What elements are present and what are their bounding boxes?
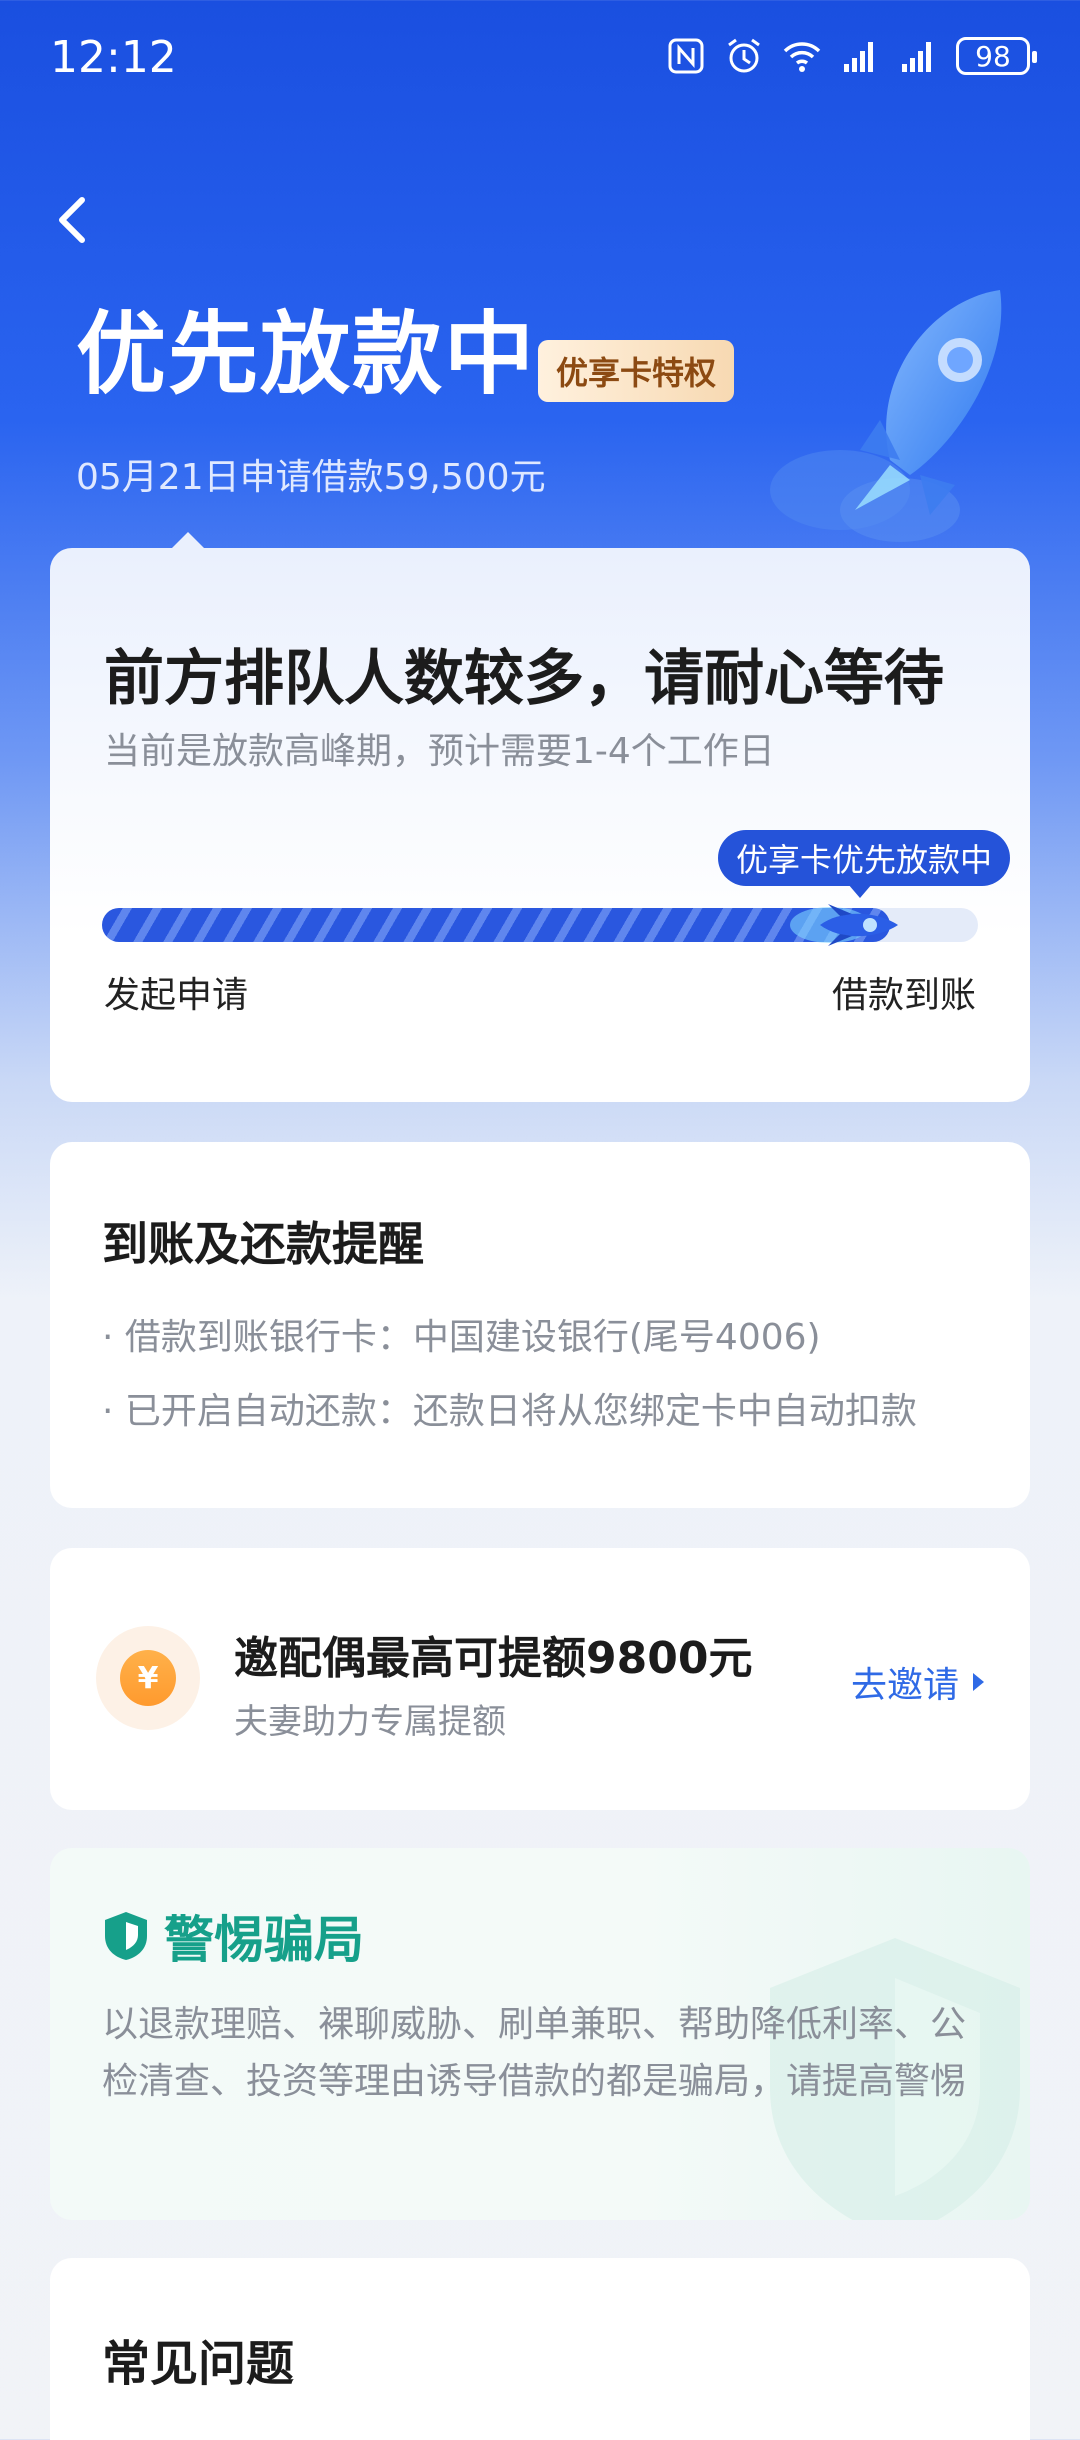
page-title: 优先放款中 — [76, 302, 536, 407]
status-icons: 98 — [666, 36, 1037, 76]
faq-card: 常见问题 — [50, 2258, 1030, 2440]
rocket-icon — [790, 904, 898, 946]
alarm-icon — [728, 38, 760, 73]
progress-end-label: 借款到账 — [831, 975, 976, 1016]
shield-icon — [105, 1912, 147, 1960]
queue-subtitle: 当前是放款高峰期，预计需要1-4个工作日 — [104, 731, 775, 772]
arrow-right-icon — [973, 1673, 984, 1691]
invite-subtitle: 夫妻助力专属提额 — [234, 1702, 506, 1742]
back-icon[interactable] — [44, 190, 104, 250]
wifi-icon — [783, 42, 821, 72]
signal-icon-2 — [902, 42, 931, 72]
reminder-item-auto-repay: · 已开启自动还款：还款日将从您绑定卡中自动扣款 — [102, 1391, 917, 1432]
warning-body: 以退款理赔、裸聊威胁、刷单兼职、帮助降低利率、公检清查、投资等理由诱导借款的都是… — [102, 2004, 967, 2102]
invite-button-label: 去邀请 — [850, 1665, 959, 1706]
nfc-icon — [668, 38, 704, 74]
warning-title: 警惕骗局 — [164, 1911, 364, 1969]
progress-bubble: 优享卡优先放款中 — [718, 830, 1011, 898]
fraud-warning-card: 警惕骗局 以退款理赔、裸聊威胁、刷单兼职、帮助降低利率、公检清查、投资等理由诱导… — [50, 1848, 1030, 2220]
privilege-badge: 优享卡特权 — [538, 340, 735, 402]
warning-header: 警惕骗局 — [102, 1900, 364, 1972]
signal-icon — [844, 42, 873, 72]
progress-track — [102, 904, 978, 946]
rocket-illustration — [770, 290, 1002, 542]
queue-title: 前方排队人数较多，请耐心等待 — [104, 644, 944, 714]
progress-fill — [102, 908, 890, 942]
faq-title: 常见问题 — [102, 2336, 295, 2392]
status-time: 12:12 — [50, 32, 177, 83]
reminder-title: 到账及还款提醒 — [102, 1217, 424, 1271]
invite-title: 邀配偶最高可提额9800元 — [234, 1633, 753, 1684]
repayment-reminder-card: 到账及还款提醒 · 借款到账银行卡：中国建设银行(尾号4006) · 已开启自动… — [50, 1142, 1030, 1508]
invite-spouse-card[interactable]: ¥ 邀配偶最高可提额9800元 夫妻助力专属提额 去邀请 — [50, 1548, 1030, 1810]
loan-progress-card: 前方排队人数较多，请耐心等待 当前是放款高峰期，预计需要1-4个工作日 优享卡优… — [50, 532, 1030, 1102]
progress-start-label: 发起申请 — [104, 975, 249, 1016]
invite-button[interactable]: 去邀请 — [851, 1656, 984, 1708]
reminder-item-bank-card: · 借款到账银行卡：中国建设银行(尾号4006) — [102, 1317, 821, 1358]
application-summary: 05月21日申请借款59,500元 — [76, 457, 546, 498]
status-bar: 12:12 98 — [0, 0, 1080, 120]
coin-icon: ¥ — [96, 1626, 200, 1730]
battery-icon: 98 — [956, 37, 1037, 75]
